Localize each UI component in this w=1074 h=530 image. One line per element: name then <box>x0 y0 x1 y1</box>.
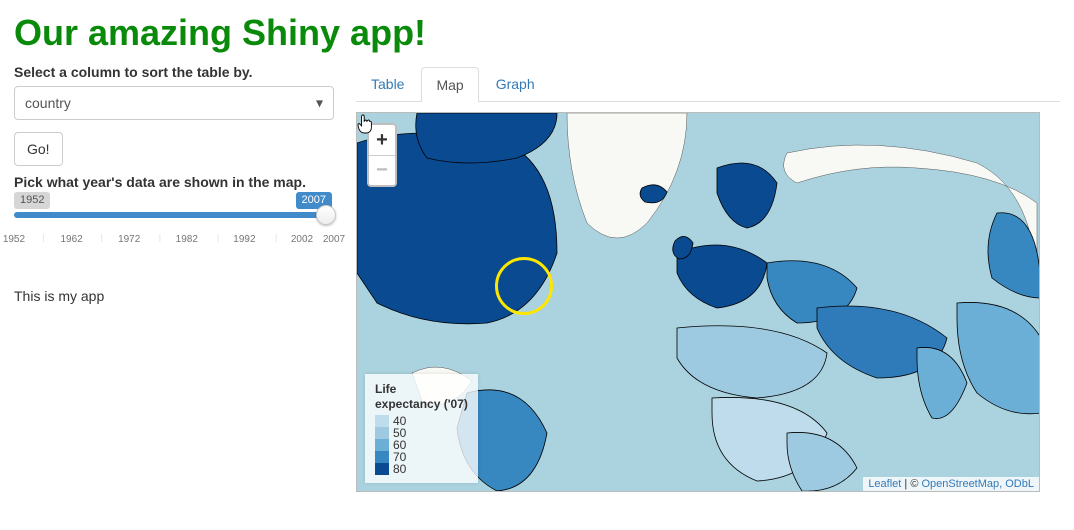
osm-link[interactable]: OpenStreetMap, ODbL <box>921 478 1034 490</box>
sort-select-value: country <box>25 95 71 111</box>
legend-title-line: Life <box>375 382 396 396</box>
main-panel: Table Map Graph <box>356 60 1060 492</box>
slider-fill <box>14 212 334 218</box>
map-legend: Life expectancy ('07) 4050607080 <box>365 374 478 483</box>
year-slider[interactable]: 1952 2007 <box>14 196 334 228</box>
map-attribution: Leaflet | © OpenStreetMap, ODbL <box>863 477 1039 491</box>
tick-label: 1962 <box>60 234 82 245</box>
tick-label: 2007 <box>323 234 345 245</box>
zoom-control: + − <box>367 123 397 187</box>
legend-row: 70 <box>375 451 468 463</box>
tick-label: 1952 <box>3 234 25 245</box>
legend-swatch <box>375 415 389 427</box>
page-title: Our amazing Shiny app! <box>14 12 1060 54</box>
tick-label: 2002 <box>291 234 313 245</box>
tick-label: 1972 <box>118 234 140 245</box>
tab-graph[interactable]: Graph <box>481 66 550 101</box>
legend-row: 50 <box>375 427 468 439</box>
tick-label: 1992 <box>233 234 255 245</box>
chevron-down-icon: ▾ <box>316 95 323 112</box>
legend-swatch <box>375 451 389 463</box>
attribution-sep: | © <box>901 478 921 490</box>
footer-text: This is my app <box>14 288 334 304</box>
legend-swatch <box>375 427 389 439</box>
zoom-in-button[interactable]: + <box>369 125 395 155</box>
tab-table[interactable]: Table <box>356 66 419 101</box>
sidebar: Select a column to sort the table by. co… <box>14 60 334 492</box>
year-label: Pick what year's data are shown in the m… <box>14 174 334 190</box>
slider-min-bubble: 1952 <box>14 192 50 209</box>
legend-value: 80 <box>393 462 406 476</box>
slider-ticks: 1952 1962 1972 1982 1992 2002 2007 <box>14 234 334 252</box>
tab-map[interactable]: Map <box>421 67 478 102</box>
legend-swatch <box>375 463 389 475</box>
go-button[interactable]: Go! <box>14 132 63 166</box>
leaflet-map[interactable]: + − Life expectancy ('07) 4050607080 Lea… <box>356 112 1040 492</box>
sort-label: Select a column to sort the table by. <box>14 64 334 80</box>
tick-label: 1982 <box>176 234 198 245</box>
legend-row: 40 <box>375 415 468 427</box>
zoom-out-button[interactable]: − <box>369 155 395 185</box>
sort-select[interactable]: country ▾ <box>14 86 334 120</box>
legend-row: 60 <box>375 439 468 451</box>
legend-swatch <box>375 439 389 451</box>
legend-row: 80 <box>375 463 468 475</box>
leaflet-link[interactable]: Leaflet <box>868 478 901 490</box>
slider-track <box>14 212 334 218</box>
slider-handle[interactable] <box>316 205 336 225</box>
legend-title-line: expectancy ('07) <box>375 397 468 411</box>
tabset: Table Map Graph <box>356 64 1060 102</box>
